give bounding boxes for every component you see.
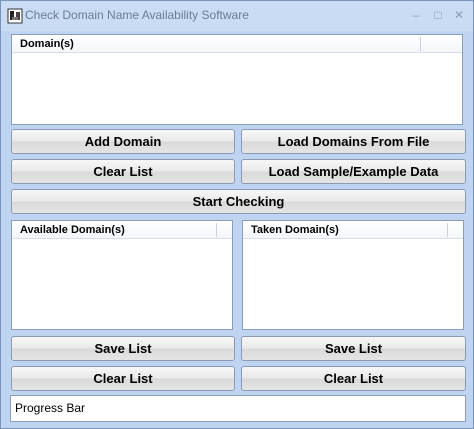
taken-domains-list[interactable]: Taken Domain(s) — [242, 220, 464, 330]
close-icon[interactable]: ✕ — [449, 5, 469, 25]
add-domain-button[interactable]: Add Domain — [11, 129, 235, 154]
column-separator[interactable] — [216, 223, 217, 237]
app-window: Check Domain Name Availability Software … — [0, 0, 474, 429]
minimize-icon[interactable]: – — [406, 5, 426, 25]
available-domains-list[interactable]: Available Domain(s) — [11, 220, 233, 330]
save-available-list-button[interactable]: Save List — [11, 336, 235, 361]
domains-list[interactable]: Domain(s) — [11, 34, 463, 125]
column-separator[interactable] — [420, 37, 421, 51]
title-bar[interactable]: Check Domain Name Availability Software … — [1, 1, 473, 31]
domains-column-label: Domain(s) — [20, 38, 74, 50]
progress-bar: Progress Bar — [10, 395, 466, 422]
clear-domains-button[interactable]: Clear List — [11, 159, 235, 184]
available-list-header[interactable]: Available Domain(s) — [12, 221, 232, 239]
start-checking-button[interactable]: Start Checking — [11, 189, 466, 214]
maximize-icon[interactable]: □ — [428, 5, 448, 25]
client-area: Domain(s) Add Domain Load Domains From F… — [2, 31, 472, 428]
available-column-label: Available Domain(s) — [20, 224, 125, 236]
domains-list-header[interactable]: Domain(s) — [12, 35, 462, 53]
window-title: Check Domain Name Availability Software — [25, 8, 249, 22]
clear-available-list-button[interactable]: Clear List — [11, 366, 235, 391]
app-icon[interactable] — [6, 7, 24, 25]
clear-taken-list-button[interactable]: Clear List — [241, 366, 466, 391]
column-separator[interactable] — [447, 223, 448, 237]
taken-column-label: Taken Domain(s) — [251, 224, 339, 236]
save-taken-list-button[interactable]: Save List — [241, 336, 466, 361]
progress-label: Progress Bar — [15, 401, 86, 415]
load-sample-data-button[interactable]: Load Sample/Example Data — [241, 159, 466, 184]
load-domains-from-file-button[interactable]: Load Domains From File — [241, 129, 466, 154]
taken-list-header[interactable]: Taken Domain(s) — [243, 221, 463, 239]
